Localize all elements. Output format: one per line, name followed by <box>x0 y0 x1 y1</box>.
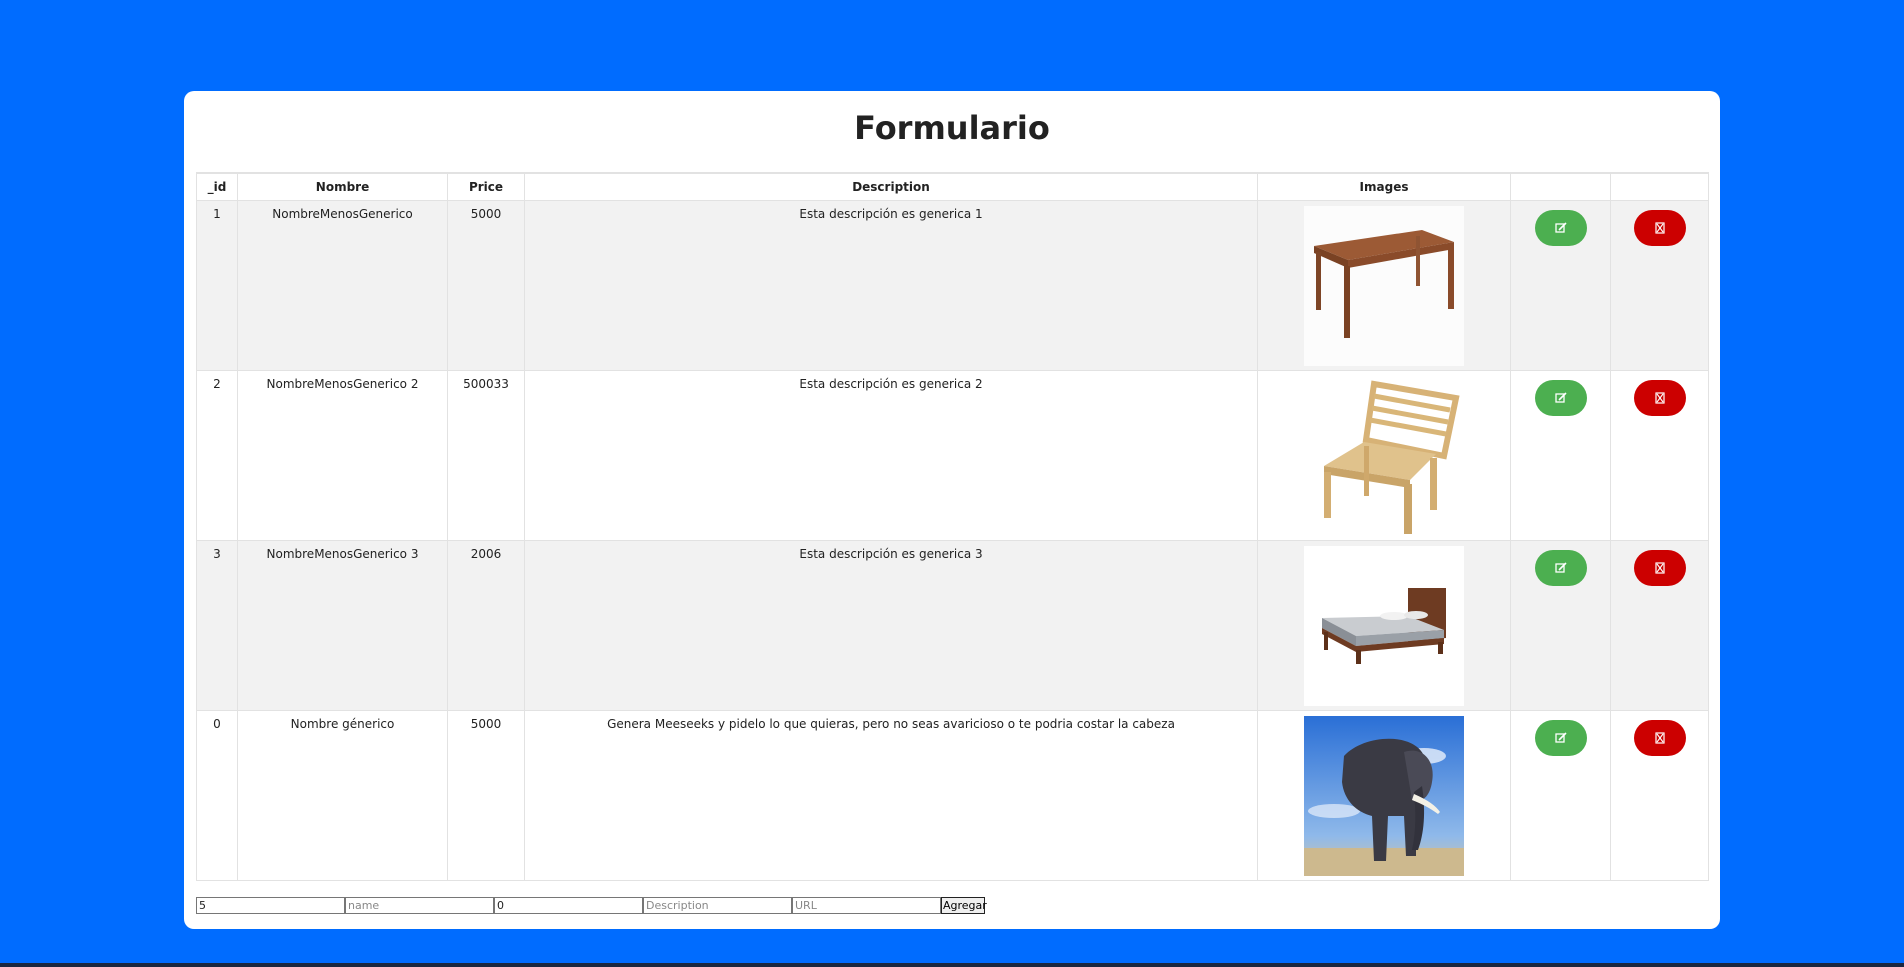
cell-name: Nombre génerico <box>237 710 448 881</box>
edit-button[interactable] <box>1534 380 1587 416</box>
cell-delete <box>1610 540 1709 711</box>
header-images: Images <box>1257 172 1511 201</box>
delete-icon <box>1654 732 1665 744</box>
taskbar <box>0 963 1904 967</box>
edit-button[interactable] <box>1534 550 1587 586</box>
table-header-row: _id Nombre Price Description Images <box>196 172 1709 201</box>
cell-image <box>1257 710 1511 881</box>
cell-image <box>1257 200 1511 371</box>
cell-edit <box>1510 540 1611 711</box>
cell-description: Esta descripción es generica 3 <box>524 540 1258 711</box>
header-id: _id <box>196 172 238 201</box>
cell-description: Esta descripción es generica 2 <box>524 370 1258 541</box>
delete-button[interactable] <box>1633 720 1686 756</box>
page-title: Formulario <box>854 109 1050 147</box>
products-table: _id Nombre Price Description Images 1 No… <box>196 172 1709 881</box>
delete-button[interactable] <box>1633 380 1686 416</box>
table-row: 0 Nombre génerico 5000 Genera Meeseeks y… <box>196 710 1709 881</box>
name-input[interactable] <box>345 897 494 914</box>
header-delete <box>1610 172 1709 201</box>
delete-button[interactable] <box>1633 550 1686 586</box>
table-row: 2 NombreMenosGenerico 2 500033 Esta desc… <box>196 370 1709 541</box>
add-button[interactable]: Agregar <box>941 897 987 914</box>
cell-delete <box>1610 370 1709 541</box>
edit-icon <box>1554 562 1567 573</box>
cell-name: NombreMenosGenerico 2 <box>237 370 448 541</box>
delete-icon <box>1654 562 1665 574</box>
add-product-form: Agregar <box>196 897 987 914</box>
cell-edit <box>1510 370 1611 541</box>
header-nombre: Nombre <box>237 172 448 201</box>
edit-icon <box>1554 392 1567 403</box>
cell-id: 3 <box>196 540 238 711</box>
wooden-table-image <box>1304 206 1464 366</box>
cell-id: 0 <box>196 710 238 881</box>
elephant-image <box>1304 716 1464 876</box>
header-edit <box>1510 172 1611 201</box>
wooden-chair-image <box>1304 376 1464 536</box>
cell-edit <box>1510 710 1611 881</box>
cell-name: NombreMenosGenerico <box>237 200 448 371</box>
price-input[interactable] <box>494 897 643 914</box>
cell-image <box>1257 540 1511 711</box>
cell-edit <box>1510 200 1611 371</box>
id-input[interactable] <box>196 897 345 914</box>
cell-price: 500033 <box>447 370 525 541</box>
cell-id: 2 <box>196 370 238 541</box>
cell-price: 5000 <box>447 200 525 371</box>
edit-icon <box>1554 732 1567 743</box>
delete-icon <box>1654 392 1665 404</box>
cell-id: 1 <box>196 200 238 371</box>
cell-delete <box>1610 200 1709 371</box>
wooden-bed-image <box>1304 546 1464 706</box>
form-card: Formulario _id Nombre Price Description … <box>184 91 1720 929</box>
cell-delete <box>1610 710 1709 881</box>
delete-icon <box>1654 222 1665 234</box>
delete-button[interactable] <box>1633 210 1686 246</box>
header-price: Price <box>447 172 525 201</box>
cell-description: Genera Meeseeks y pidelo lo que quieras,… <box>524 710 1258 881</box>
edit-button[interactable] <box>1534 210 1587 246</box>
header-description: Description <box>524 172 1258 201</box>
description-input[interactable] <box>643 897 792 914</box>
cell-image <box>1257 370 1511 541</box>
edit-button[interactable] <box>1534 720 1587 756</box>
table-row: 3 NombreMenosGenerico 3 2006 Esta descri… <box>196 540 1709 711</box>
cell-description: Esta descripción es generica 1 <box>524 200 1258 371</box>
edit-icon <box>1554 222 1567 233</box>
url-input[interactable] <box>792 897 941 914</box>
table-row: 1 NombreMenosGenerico 5000 Esta descripc… <box>196 200 1709 371</box>
cell-name: NombreMenosGenerico 3 <box>237 540 448 711</box>
cell-price: 2006 <box>447 540 525 711</box>
cell-price: 5000 <box>447 710 525 881</box>
